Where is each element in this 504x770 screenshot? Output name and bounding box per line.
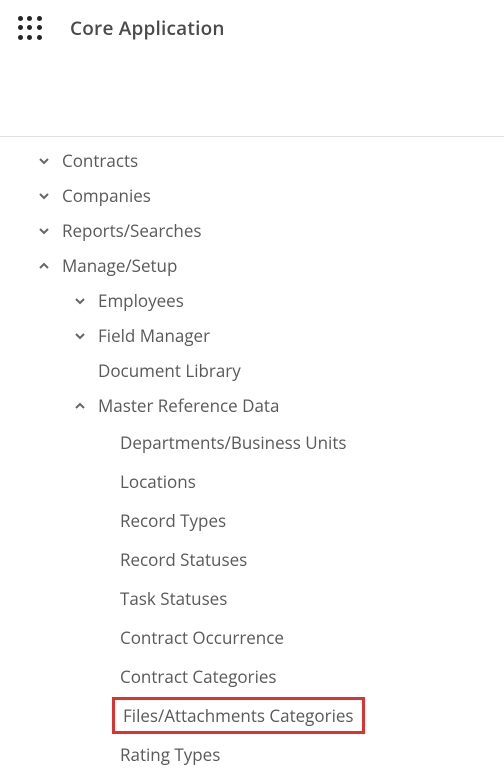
nav-item-label: Manage/Setup bbox=[62, 254, 177, 277]
nav-item-label: Files/Attachments Categories bbox=[112, 697, 365, 734]
nav-item-contract-categories[interactable]: Contract Categories bbox=[0, 657, 504, 696]
nav-item-contracts[interactable]: Contracts bbox=[0, 143, 504, 178]
chevron-down-icon bbox=[36, 225, 52, 237]
chevron-up-icon bbox=[36, 260, 52, 272]
nav-item-label: Record Types bbox=[120, 509, 226, 532]
nav-item-label: Contract Occurrence bbox=[120, 626, 284, 649]
chevron-down-icon bbox=[36, 190, 52, 202]
nav-item-label: Task Statuses bbox=[120, 587, 227, 610]
nav-item-field-manager[interactable]: Field Manager bbox=[0, 318, 504, 353]
chevron-down-icon bbox=[36, 155, 52, 167]
nav-item-label: Contract Categories bbox=[120, 665, 277, 688]
nav-item-label: Rating Types bbox=[120, 743, 220, 766]
header: Core Application bbox=[0, 0, 504, 56]
nav-item-contract-occurrence[interactable]: Contract Occurrence bbox=[0, 618, 504, 657]
nav-item-locations[interactable]: Locations bbox=[0, 462, 504, 501]
nav-item-master-reference-data[interactable]: Master Reference Data bbox=[0, 388, 504, 423]
nav-tree: Contracts Companies Reports/Searches Man… bbox=[0, 137, 504, 770]
nav-item-label: Document Library bbox=[98, 359, 241, 382]
nav-item-label: Reports/Searches bbox=[62, 219, 202, 242]
nav-item-rating-types[interactable]: Rating Types bbox=[0, 735, 504, 770]
app-title: Core Application bbox=[70, 15, 225, 41]
chevron-down-icon bbox=[72, 330, 88, 342]
nav-item-label: Master Reference Data bbox=[98, 394, 279, 417]
nav-item-departments-business-units[interactable]: Departments/Business Units bbox=[0, 423, 504, 462]
chevron-down-icon bbox=[72, 295, 88, 307]
nav-item-reports-searches[interactable]: Reports/Searches bbox=[0, 213, 504, 248]
nav-item-label: Locations bbox=[120, 470, 196, 493]
nav-item-companies[interactable]: Companies bbox=[0, 178, 504, 213]
nav-item-document-library[interactable]: Document Library bbox=[0, 353, 504, 388]
nav-item-task-statuses[interactable]: Task Statuses bbox=[0, 579, 504, 618]
nav-item-label: Employees bbox=[98, 289, 184, 312]
header-spacer bbox=[0, 56, 504, 136]
nav-item-label: Departments/Business Units bbox=[120, 431, 347, 454]
nav-item-record-statuses[interactable]: Record Statuses bbox=[0, 540, 504, 579]
nav-item-manage-setup[interactable]: Manage/Setup bbox=[0, 248, 504, 283]
nav-item-files-attachments-categories[interactable]: Files/Attachments Categories bbox=[0, 696, 504, 735]
nav-item-employees[interactable]: Employees bbox=[0, 283, 504, 318]
apps-grid-icon[interactable] bbox=[18, 16, 42, 40]
nav-item-label: Contracts bbox=[62, 149, 138, 172]
nav-item-label: Companies bbox=[62, 184, 151, 207]
nav-item-label: Record Statuses bbox=[120, 548, 247, 571]
nav-item-record-types[interactable]: Record Types bbox=[0, 501, 504, 540]
chevron-up-icon bbox=[72, 400, 88, 412]
nav-item-label: Field Manager bbox=[98, 324, 210, 347]
